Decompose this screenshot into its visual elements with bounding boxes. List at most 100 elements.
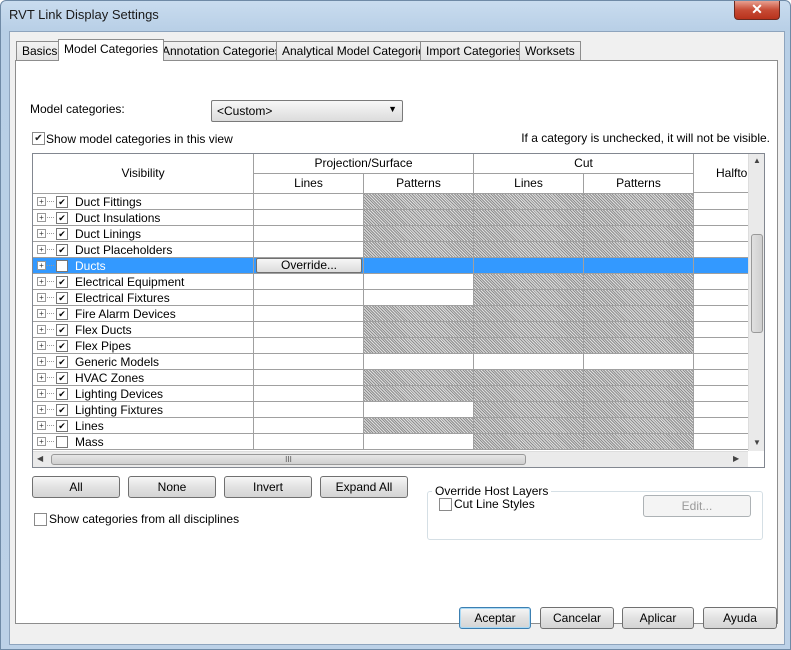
- category-visibility-checkbox[interactable]: ✔: [56, 292, 68, 304]
- help-button[interactable]: Ayuda: [703, 607, 777, 629]
- table-row[interactable]: + ✔ HVAC Zones: [33, 370, 764, 386]
- projection-patterns-cell[interactable]: [364, 434, 474, 450]
- override-button[interactable]: Override...: [256, 258, 362, 273]
- all-button[interactable]: All: [32, 476, 120, 498]
- cut-patterns-cell[interactable]: [584, 194, 694, 210]
- projection-lines-cell[interactable]: [254, 290, 364, 306]
- category-visibility-checkbox[interactable]: ✔: [56, 388, 68, 400]
- projection-lines-cell[interactable]: [254, 354, 364, 370]
- table-row[interactable]: + ✔ Flex Ducts: [33, 322, 764, 338]
- category-visibility-checkbox[interactable]: ✔: [56, 196, 68, 208]
- scroll-up-icon[interactable]: ▲: [753, 156, 761, 165]
- horizontal-scroll-thumb[interactable]: III: [51, 454, 526, 465]
- projection-patterns-cell[interactable]: [364, 386, 474, 402]
- cut-patterns-cell[interactable]: [584, 306, 694, 322]
- cut-patterns-cell[interactable]: [584, 402, 694, 418]
- cut-lines-cell[interactable]: [474, 258, 584, 274]
- projection-lines-cell[interactable]: [254, 370, 364, 386]
- table-row[interactable]: + ✔ Duct Insulations: [33, 210, 764, 226]
- cut-patterns-cell[interactable]: [584, 386, 694, 402]
- cut-lines-cell[interactable]: [474, 226, 584, 242]
- cut-patterns-cell[interactable]: [584, 370, 694, 386]
- projection-patterns-cell[interactable]: [364, 306, 474, 322]
- projection-patterns-cell[interactable]: [364, 194, 474, 210]
- cut-patterns-cell[interactable]: [584, 242, 694, 258]
- cut-lines-cell[interactable]: [474, 274, 584, 290]
- category-visibility-checkbox[interactable]: ✔: [56, 356, 68, 368]
- tab-worksets[interactable]: Worksets: [519, 41, 581, 60]
- projection-patterns-cell[interactable]: [364, 354, 474, 370]
- cut-lines-cell[interactable]: [474, 386, 584, 402]
- category-visibility-checkbox[interactable]: ✔: [56, 324, 68, 336]
- header-cut-lines[interactable]: Lines: [474, 174, 584, 194]
- cut-lines-cell[interactable]: [474, 338, 584, 354]
- table-row[interactable]: + ✔ Lighting Fixtures: [33, 402, 764, 418]
- category-visibility-checkbox[interactable]: ✔: [56, 340, 68, 352]
- projection-lines-cell[interactable]: [254, 242, 364, 258]
- scroll-down-icon[interactable]: ▼: [753, 438, 761, 447]
- table-row[interactable]: + ✔ Electrical Equipment: [33, 274, 764, 290]
- show-all-disciplines-checkbox[interactable]: [34, 513, 47, 526]
- model-categories-dropdown[interactable]: <Custom> ▼: [211, 100, 403, 122]
- tab-basics[interactable]: Basics: [16, 41, 64, 60]
- cut-lines-cell[interactable]: [474, 434, 584, 450]
- tab-model-categories[interactable]: Model Categories: [58, 39, 165, 61]
- tab-annotation-categories[interactable]: Annotation Categories: [156, 41, 287, 60]
- projection-lines-cell[interactable]: [254, 418, 364, 434]
- table-row[interactable]: + ✔ Lines: [33, 418, 764, 434]
- projection-patterns-cell[interactable]: [364, 322, 474, 338]
- projection-lines-cell[interactable]: [254, 306, 364, 322]
- table-row[interactable]: + ✔ Generic Models: [33, 354, 764, 370]
- table-row[interactable]: + ✔ Flex Pipes: [33, 338, 764, 354]
- horizontal-scrollbar[interactable]: ◀ III ▶: [33, 451, 748, 467]
- cut-lines-cell[interactable]: [474, 370, 584, 386]
- scroll-right-icon[interactable]: ▶: [733, 454, 739, 463]
- header-cut-patterns[interactable]: Patterns: [584, 174, 694, 194]
- tab-analytical-model-categories[interactable]: Analytical Model Categories: [276, 41, 437, 60]
- category-visibility-checkbox[interactable]: ✔: [56, 244, 68, 256]
- cut-patterns-cell[interactable]: [584, 226, 694, 242]
- header-halftone[interactable]: Halfto: [694, 154, 748, 193]
- cut-lines-cell[interactable]: [474, 322, 584, 338]
- cut-patterns-cell[interactable]: [584, 258, 694, 274]
- cancel-button[interactable]: Cancelar: [540, 607, 614, 629]
- vertical-scrollbar[interactable]: ▲ ▼: [748, 154, 764, 451]
- close-button[interactable]: ✕: [734, 1, 780, 20]
- none-button[interactable]: None: [128, 476, 216, 498]
- category-visibility-checkbox[interactable]: [56, 260, 68, 272]
- projection-patterns-cell[interactable]: [364, 274, 474, 290]
- table-row[interactable]: + ✔ Fire Alarm Devices: [33, 306, 764, 322]
- projection-patterns-cell[interactable]: [364, 402, 474, 418]
- category-visibility-checkbox[interactable]: ✔: [56, 308, 68, 320]
- table-row[interactable]: + ✔ Electrical Fixtures: [33, 290, 764, 306]
- table-row[interactable]: + ✔ Lighting Devices: [33, 386, 764, 402]
- cut-patterns-cell[interactable]: [584, 290, 694, 306]
- cut-patterns-cell[interactable]: [584, 434, 694, 450]
- projection-patterns-cell[interactable]: [364, 418, 474, 434]
- projection-lines-cell[interactable]: [254, 274, 364, 290]
- cut-lines-cell[interactable]: [474, 290, 584, 306]
- projection-lines-cell[interactable]: [254, 402, 364, 418]
- cut-patterns-cell[interactable]: [584, 338, 694, 354]
- cut-lines-cell[interactable]: [474, 354, 584, 370]
- header-visibility[interactable]: Visibility: [33, 154, 254, 194]
- cut-patterns-cell[interactable]: [584, 322, 694, 338]
- cut-patterns-cell[interactable]: [584, 210, 694, 226]
- cut-lines-cell[interactable]: [474, 242, 584, 258]
- table-row[interactable]: + Ducts Override...: [33, 258, 764, 274]
- projection-lines-cell[interactable]: [254, 434, 364, 450]
- header-projection-lines[interactable]: Lines: [254, 174, 364, 194]
- expand-all-button[interactable]: Expand All: [320, 476, 408, 498]
- cut-patterns-cell[interactable]: [584, 354, 694, 370]
- table-row[interactable]: + ✔ Duct Linings: [33, 226, 764, 242]
- cut-patterns-cell[interactable]: [584, 418, 694, 434]
- table-row[interactable]: + ✔ Duct Placeholders: [33, 242, 764, 258]
- projection-lines-cell[interactable]: [254, 210, 364, 226]
- cut-patterns-cell[interactable]: [584, 274, 694, 290]
- tab-import-categories[interactable]: Import Categories: [420, 41, 528, 60]
- projection-patterns-cell[interactable]: [364, 258, 474, 274]
- category-visibility-checkbox[interactable]: [56, 436, 68, 448]
- table-row[interactable]: + Mass: [33, 434, 764, 450]
- projection-patterns-cell[interactable]: [364, 338, 474, 354]
- category-visibility-checkbox[interactable]: ✔: [56, 276, 68, 288]
